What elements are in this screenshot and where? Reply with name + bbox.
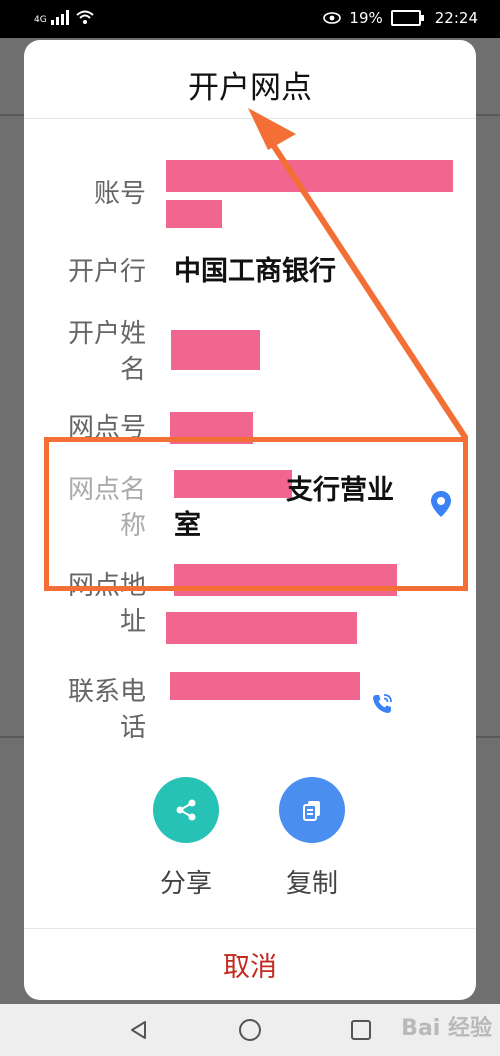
annotation-arrow <box>248 108 468 440</box>
recents-icon[interactable] <box>350 1019 372 1041</box>
back-icon[interactable] <box>128 1019 150 1041</box>
home-icon[interactable] <box>238 1018 262 1042</box>
watermark-logo: Bai 经验 <box>401 1016 492 1041</box>
